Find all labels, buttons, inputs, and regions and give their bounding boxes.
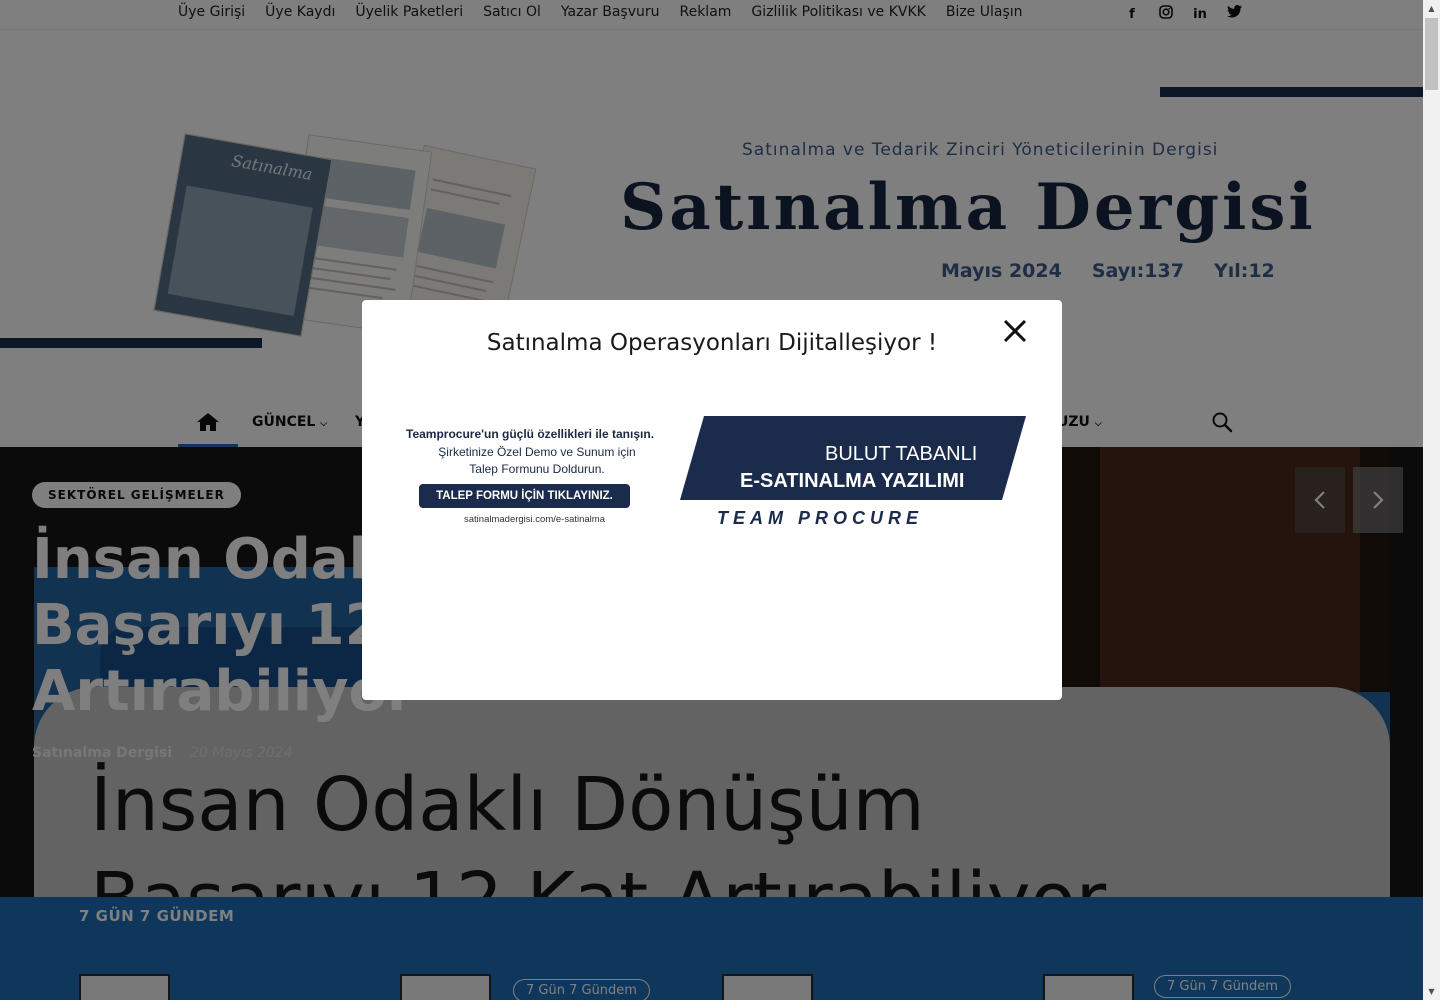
- ad-intro: Teamprocure'un güçlü özellikleri ile tan…: [406, 427, 655, 441]
- page: Üye Girişi Üye Kaydı Üyelik Paketleri Sa…: [0, 0, 1440, 1000]
- ad-banner[interactable]: Teamprocure'un güçlü özellikleri ile tan…: [402, 415, 1027, 535]
- scroll-down-icon[interactable]: ▼: [1423, 983, 1440, 1000]
- ad-banner-line-1: BULUT TABANLI: [825, 443, 978, 465]
- scroll-up-icon[interactable]: ▲: [1423, 0, 1440, 17]
- promo-modal: Satınalma Operasyonları Dijitalleşiyor !…: [362, 300, 1062, 700]
- ad-url[interactable]: satinalmadergisi.com/e-satinalma: [402, 514, 667, 525]
- page-scrollbar[interactable]: ▲ ▼: [1423, 0, 1440, 1000]
- ad-description: Şirketinize Özel Demo ve Sunum için Tale…: [438, 445, 636, 476]
- ad-banner-line-2: E-SATINALMA YAZILIMI: [740, 470, 965, 492]
- ad-banner-brand: TEAM PROCURE: [717, 508, 924, 528]
- scrollbar-thumb[interactable]: [1425, 18, 1438, 90]
- ad-form-button[interactable]: TALEP FORMU İÇİN TIKLAYINIZ.: [419, 484, 630, 508]
- modal-title: Satınalma Operasyonları Dijitalleşiyor !: [486, 330, 938, 356]
- close-icon[interactable]: [1000, 316, 1030, 346]
